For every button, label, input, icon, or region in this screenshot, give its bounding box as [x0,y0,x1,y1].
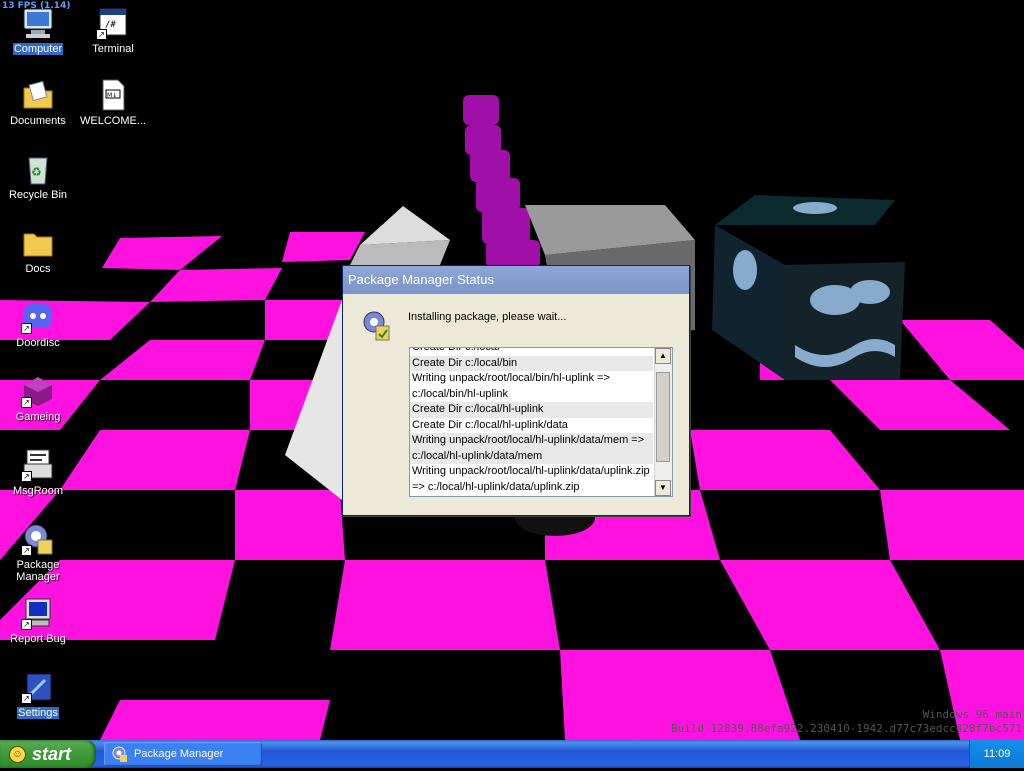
game-icon: ↗ [21,374,55,408]
desktop-icon-welcome[interactable]: M↓ WELCOME... [77,78,149,127]
scroll-thumb[interactable] [656,372,670,462]
status-message: Installing package, please wait... [408,311,567,323]
computer-icon [21,6,55,40]
report-bug-icon: ↗ [21,596,55,630]
desktop-icon-package-manager[interactable]: ↗ Package Manager [2,522,74,583]
package-manager-icon [112,746,128,762]
log-line: c:/local/hl-uplink/data/mem [410,448,653,464]
package-manager-status-dialog: Package Manager Status Installing packag… [342,265,690,516]
package-manager-icon: ↗ [21,522,55,556]
desktop-icon-label: WELCOME... [79,115,146,127]
system-tray-clock[interactable]: 11:09 [969,740,1024,768]
desktop-icon-label: Report Bug [10,633,66,645]
desktop-icon-gameing[interactable]: ↗ Gameing [2,374,74,423]
markdown-file-icon: M↓ [96,78,130,112]
desktop-icon-label: Terminal [92,43,134,55]
desktop-icon-settings[interactable]: ↗ Settings [2,670,74,719]
desktop-icon-recycle-bin[interactable]: ♻ Recycle Bin [2,152,74,201]
svg-text:M↓: M↓ [107,92,117,99]
desktop-icon-label: Doordisc [16,337,60,349]
desktop-icon-label: Documents [10,115,66,127]
package-manager-icon [361,310,391,342]
log-line: Writing unpack/root/local/hl-uplink/data… [410,433,653,449]
desktop-icon-label: Recycle Bin [8,189,68,201]
recycle-bin-icon: ♻ [21,152,55,186]
desktop-icon-msgroom[interactable]: ↗ MsgRoom [2,448,74,497]
log-line: Writing unpack/root/local/hl-uplink/data… [412,465,650,477]
scroll-up-button[interactable]: ▲ [655,348,671,364]
terminal-icon: /# ↗ [96,6,130,40]
taskbar-item-package-manager[interactable]: Package Manager [104,742,262,766]
desktop-icon-label: Docs [25,263,51,275]
os-version-watermark: Windows 96 main [922,708,1022,721]
desktop-icon-documents[interactable]: Documents [2,78,74,127]
desktop-icon-terminal[interactable]: /# ↗ Terminal [77,6,149,55]
desktop-icon-label: Gameing [15,411,61,423]
msgroom-icon: ↗ [21,448,55,482]
desktop-icon-computer[interactable]: Computer [2,6,74,55]
dialog-title[interactable]: Package Manager Status [343,266,689,294]
desktop-icon-docs[interactable]: Docs [2,226,74,275]
log-line: Create Dir c:/local/hl-uplink/data [412,418,568,431]
start-label: start [32,744,72,764]
desktop-icon-doordisc[interactable]: ↗ Doordisc [2,300,74,349]
log-line: => c:/local/hl-uplink/data/uplink.zip [412,480,580,493]
desktop-icon-label: MsgRoom [12,485,64,497]
taskbar: ☺ start Package Manager 11:09 [0,740,1024,768]
settings-icon: ↗ [21,670,55,704]
log-line: Create Dir c:/local/hl-uplink [410,402,653,418]
start-button[interactable]: ☺ start [0,740,96,768]
desktop-icon-report-bug[interactable]: ↗ Report Bug [2,596,74,645]
install-log[interactable]: Create Dir c:/local Create Dir c:/local/… [409,347,673,497]
log-scrollbar[interactable]: ▲ ▼ [654,348,672,496]
doordisc-icon: ↗ [21,300,55,334]
taskbar-item-label: Package Manager [134,748,224,760]
documents-folder-icon [21,78,55,112]
scroll-down-button[interactable]: ▼ [655,480,671,496]
log-line: Writing unpack/root/local/bin/hl-uplink … [412,372,610,384]
smiley-logo-icon: ☺ [9,746,26,763]
desktop-icon-label: Computer [12,43,64,55]
folder-icon [21,226,55,260]
log-line: Create Dir c:/local/bin [410,355,653,371]
log-line: c:/local/bin/hl-uplink [412,387,508,400]
desktop-icon-label: Package Manager [16,559,60,583]
fps-counter: 13 FPS (1.14) [2,1,71,11]
log-line: Create Dir c:/local [412,347,500,353]
build-number-watermark: Build 12839.88efa922.230410-1942.d77c73e… [671,722,1022,735]
svg-text:♻: ♻ [31,165,42,179]
desktop-icon-label: Settings [17,707,59,719]
